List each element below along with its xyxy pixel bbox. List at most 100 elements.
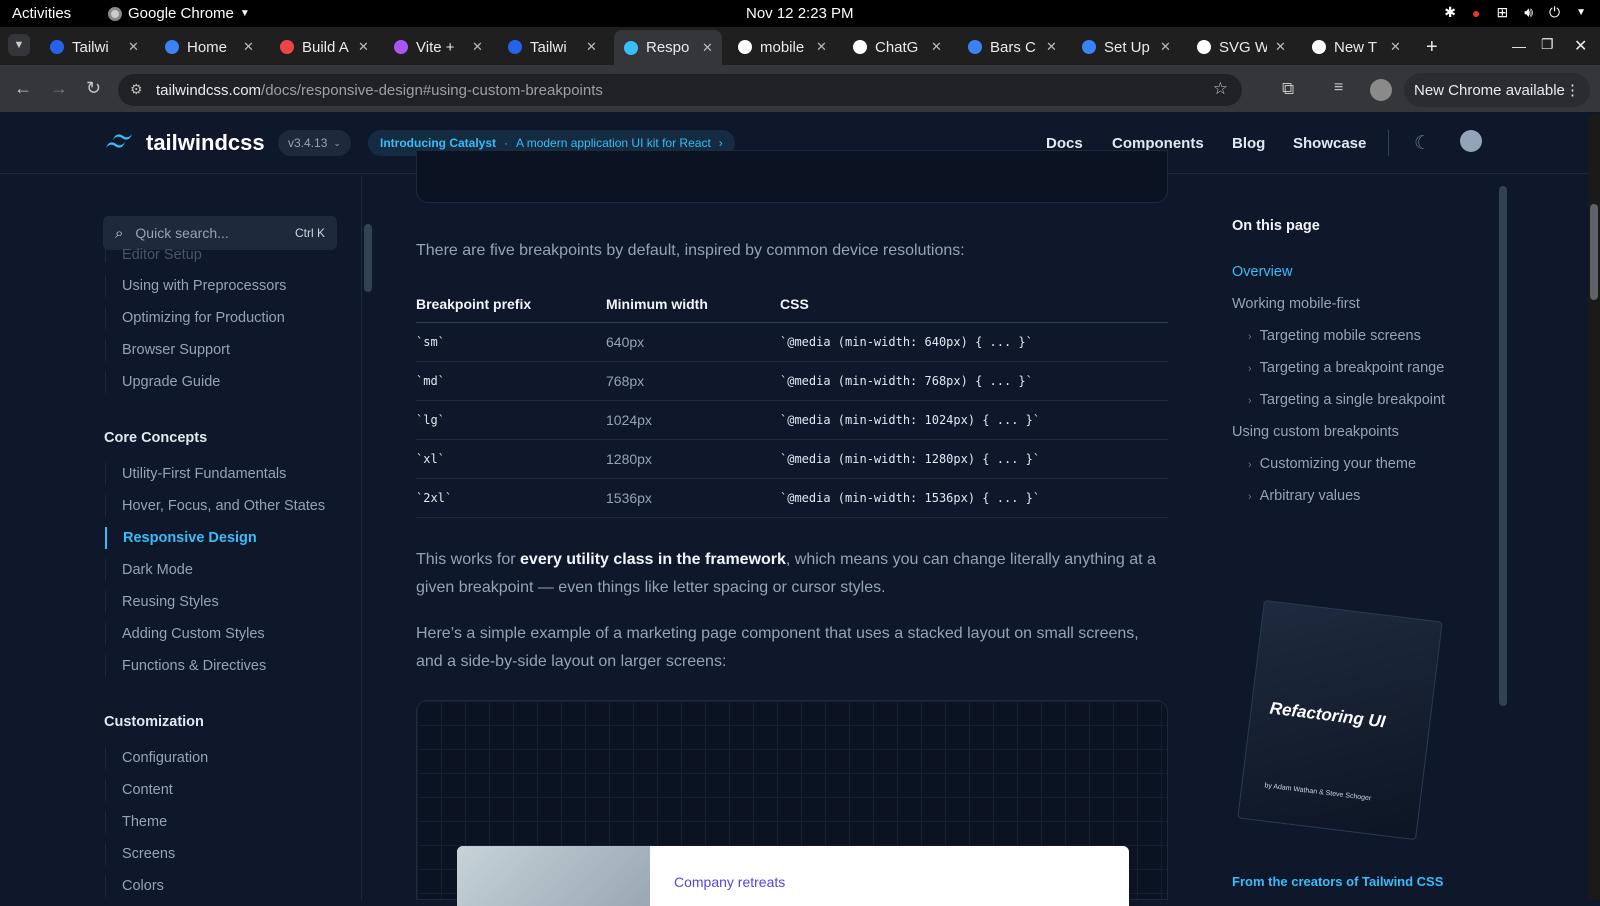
page-scrollbar[interactable] <box>1588 114 1600 900</box>
browser-tab[interactable]: Respo ✕ <box>614 30 722 65</box>
tab-close-icon[interactable]: ✕ <box>1390 39 1401 55</box>
book-title: Refactoring UI <box>1268 698 1387 732</box>
extension-tray-icon[interactable]: ✱ <box>1444 4 1456 21</box>
card-category[interactable]: Company retreats <box>674 874 785 890</box>
maximize-button[interactable]: ❐ <box>1541 36 1554 53</box>
system-tray[interactable]: ✱ ● ⊞ 🔊︎ ⏻ ▼ <box>1444 4 1586 21</box>
browser-tab[interactable]: Set Up ✕ <box>1072 32 1180 62</box>
refactoring-ui-book[interactable]: Refactoring UI by Adam Wathan & Steve Sc… <box>1237 599 1443 841</box>
browser-tab[interactable]: mobile ✕ <box>728 32 836 62</box>
quick-search-button[interactable]: ⌕ Quick search... Ctrl K <box>103 216 337 250</box>
power-icon[interactable]: ⏻ <box>1549 4 1560 21</box>
tab-close-icon[interactable]: ✕ <box>702 40 713 56</box>
chrome-update-button[interactable]: New Chrome available ⋮ <box>1404 73 1590 107</box>
sidebar-item-utility-first[interactable]: Utility-First Fundamentals <box>105 463 286 485</box>
sidebar-item-colors[interactable]: Colors <box>105 875 164 897</box>
toc-scrollbar[interactable] <box>1496 176 1510 900</box>
tab-close-icon[interactable]: ✕ <box>931 39 942 55</box>
more-menu-icon[interactable]: ⋮ <box>1565 81 1580 99</box>
toc-link[interactable]: › Targeting a breakpoint range <box>1248 360 1444 376</box>
creators-link[interactable]: From the creators of Tailwind CSS <box>1232 874 1443 889</box>
toc-link-label: Working mobile-first <box>1232 296 1360 312</box>
toc-scroll-thumb[interactable] <box>1499 186 1507 706</box>
sidebar-item-optimizing[interactable]: Optimizing for Production <box>105 307 285 329</box>
tab-close-icon[interactable]: ✕ <box>472 39 483 55</box>
back-button[interactable]: ← <box>14 78 32 99</box>
table-header: CSS <box>780 286 1168 323</box>
table-cell: `sm` <box>416 322 606 362</box>
address-bar[interactable]: ⚙ tailwindcss.com /docs/responsive-desig… <box>118 74 1242 106</box>
tab-close-icon[interactable]: ✕ <box>586 39 597 55</box>
sidebar-item-content[interactable]: Content <box>105 779 173 801</box>
bookmark-star-icon[interactable]: ☆ <box>1213 79 1228 99</box>
tab-close-icon[interactable]: ✕ <box>1160 39 1171 55</box>
sidebar-item-reusing-styles[interactable]: Reusing Styles <box>105 591 219 613</box>
sidebar-item-dark-mode[interactable]: Dark Mode <box>105 559 193 581</box>
toc-link[interactable]: › Customizing your theme <box>1248 456 1416 472</box>
toc-link[interactable]: Using custom breakpoints <box>1232 424 1399 440</box>
sidebar-item-screens[interactable]: Screens <box>105 843 175 865</box>
browser-tab[interactable]: ChatG ✕ <box>843 32 951 62</box>
toc-link[interactable]: Overview <box>1232 264 1292 280</box>
reload-button[interactable]: ↻ <box>86 78 101 99</box>
forward-button[interactable]: → <box>50 78 68 99</box>
site-info-icon[interactable]: ⚙ <box>130 81 143 98</box>
extensions-icon[interactable]: ⧉ <box>1282 79 1294 99</box>
sidebar-item-functions[interactable]: Functions & Directives <box>105 655 266 677</box>
sidebar-item-upgrade-guide[interactable]: Upgrade Guide <box>105 371 220 393</box>
media-controls-icon[interactable]: ≡ <box>1334 79 1343 97</box>
activities-button[interactable]: Activities <box>12 5 71 22</box>
page-scroll-thumb[interactable] <box>1590 204 1598 300</box>
sidebar-item-theme[interactable]: Theme <box>105 811 167 833</box>
tab-close-icon[interactable]: ✕ <box>358 39 369 55</box>
sidebar-item-configuration[interactable]: Configuration <box>105 747 208 769</box>
new-tab-button[interactable]: + <box>1426 36 1438 59</box>
network-icon[interactable]: ⊞ <box>1496 4 1508 21</box>
browser-tab[interactable]: Tailwi ✕ <box>40 32 148 62</box>
toc-link[interactable]: › Targeting mobile screens <box>1248 328 1421 344</box>
dnd-icon[interactable]: ● <box>1472 5 1480 21</box>
toc-link[interactable]: Working mobile-first <box>1232 296 1360 312</box>
sidebar-section-customization: Customization <box>104 714 204 730</box>
version-selector[interactable]: v3.4.13 ⌄ <box>278 130 351 156</box>
minimize-button[interactable]: — <box>1512 38 1526 54</box>
browser-tab[interactable]: Home ✕ <box>155 32 263 62</box>
close-window-button[interactable]: ✕ <box>1574 36 1587 56</box>
browser-tab[interactable]: Bars C ✕ <box>958 32 1066 62</box>
chevron-down-icon[interactable]: ▼ <box>1576 7 1586 18</box>
nav-blog[interactable]: Blog <box>1232 135 1265 152</box>
toc-link[interactable]: › Targeting a single breakpoint <box>1248 392 1445 408</box>
toc-link[interactable]: › Arbitrary values <box>1248 488 1360 504</box>
clock[interactable]: Nov 12 2:23 PM <box>746 5 854 22</box>
table-cell: `@media (min-width: 640px) { ... }` <box>780 322 1168 362</box>
sidebar-item-partial[interactable]: Editor Setup <box>105 248 202 262</box>
tab-close-icon[interactable]: ✕ <box>128 39 139 55</box>
browser-tab[interactable]: Build A ✕ <box>270 32 378 62</box>
app-menu[interactable]: Google Chrome ▼ <box>108 5 250 22</box>
sidebar-item-responsive-design[interactable]: Responsive Design <box>105 527 257 549</box>
browser-tab[interactable]: SVG W ✕ <box>1187 32 1295 62</box>
tailwind-logo[interactable]: tailwindcss <box>104 130 265 156</box>
sidebar-item-preprocessors[interactable]: Using with Preprocessors <box>105 275 286 297</box>
sidebar-scroll-thumb[interactable] <box>364 224 372 292</box>
sidebar-item-states[interactable]: Hover, Focus, and Other States <box>105 495 325 517</box>
volume-icon[interactable]: 🔊︎ <box>1524 4 1533 21</box>
tab-close-icon[interactable]: ✕ <box>243 39 254 55</box>
profile-avatar[interactable] <box>1370 79 1392 101</box>
browser-tab[interactable]: New T ✕ <box>1302 32 1410 62</box>
sidebar-scrollbar[interactable] <box>361 176 374 900</box>
tab-close-icon[interactable]: ✕ <box>1275 39 1286 55</box>
theme-toggle-moon-icon[interactable]: ☾ <box>1414 132 1431 155</box>
tab-search-button[interactable]: ▼ <box>8 34 30 56</box>
breakpoints-intro: There are five breakpoints by default, i… <box>416 242 965 259</box>
tab-close-icon[interactable]: ✕ <box>816 39 827 55</box>
sidebar-item-browser-support[interactable]: Browser Support <box>105 339 230 361</box>
tab-title: Respo <box>646 39 690 56</box>
browser-tab[interactable]: Tailwi ✕ <box>498 32 606 62</box>
toc-link-label: Overview <box>1232 264 1293 280</box>
sidebar-item-custom-styles[interactable]: Adding Custom Styles <box>105 623 265 645</box>
github-icon[interactable] <box>1460 130 1482 152</box>
browser-tab[interactable]: Vite + ✕ <box>384 32 492 62</box>
nav-showcase[interactable]: Showcase <box>1293 135 1366 152</box>
tab-close-icon[interactable]: ✕ <box>1046 39 1057 55</box>
